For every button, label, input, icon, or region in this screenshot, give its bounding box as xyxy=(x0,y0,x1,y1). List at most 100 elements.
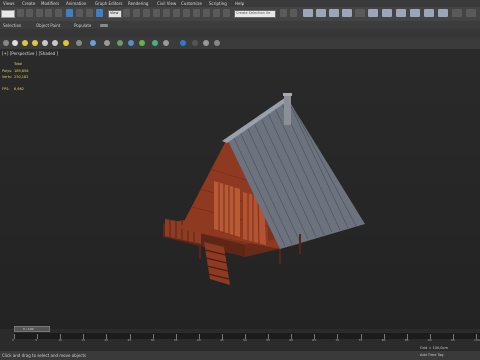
viewport-label[interactable]: [+] [Perspective ] [Shaded ] xyxy=(2,51,58,56)
options-icon[interactable] xyxy=(214,40,220,46)
timeline-tick-label: 60 xyxy=(289,338,294,342)
bones-icon[interactable] xyxy=(90,40,96,46)
workspace-icon[interactable] xyxy=(452,9,462,17)
menu-graph-editors[interactable]: Graph Editors xyxy=(95,1,122,6)
select-by-name-icon[interactable] xyxy=(76,9,83,17)
timeline-tick-label: 100 xyxy=(474,338,480,342)
render-preset-icon[interactable] xyxy=(410,9,420,17)
render-frame-icon[interactable] xyxy=(382,9,392,17)
timeline-tick-label: 55 xyxy=(266,338,270,342)
link-icon[interactable] xyxy=(36,9,43,17)
reference-coord-combo[interactable]: View xyxy=(108,10,122,18)
snap-icon[interactable] xyxy=(133,9,140,17)
percent-snap-icon[interactable] xyxy=(153,9,160,17)
sphere-icon[interactable] xyxy=(12,40,18,46)
timeline-tick-label: 10 xyxy=(58,338,63,342)
timeline-tick xyxy=(14,334,15,339)
display-icon[interactable] xyxy=(192,40,198,46)
timeline-tick-label: 35 xyxy=(173,338,178,342)
undo-combo[interactable] xyxy=(1,10,15,18)
timeline-tick-label: 0 xyxy=(12,338,14,342)
view-combo-label: View xyxy=(110,11,119,15)
timeline-tick-label: 50 xyxy=(243,338,247,342)
frozen-icon[interactable] xyxy=(152,40,158,46)
time-slider[interactable]: 0 / 100 xyxy=(14,326,50,332)
timeline-tick-label: 75 xyxy=(358,338,363,342)
spinner-snap-icon[interactable] xyxy=(163,9,170,17)
tab-object-paint[interactable]: Object Paint xyxy=(36,23,60,28)
timeline-tick-label: 20 xyxy=(104,338,109,342)
angle-snap-icon[interactable] xyxy=(143,9,150,17)
filter-icon[interactable] xyxy=(3,40,9,46)
tab-selection[interactable]: Selection xyxy=(3,23,21,28)
teapot-icon[interactable] xyxy=(368,9,378,17)
environment-icon[interactable] xyxy=(355,9,365,17)
grid-readout: Grid = 100,0cm xyxy=(420,346,448,350)
selection-set-label: Create Selection Se xyxy=(236,11,271,15)
shapes-icon[interactable] xyxy=(32,40,38,46)
move-icon[interactable] xyxy=(96,9,103,17)
layer-icon[interactable] xyxy=(203,9,210,17)
tab-populate[interactable]: Populate xyxy=(74,23,91,28)
spacewarps-icon[interactable] xyxy=(76,40,82,46)
timeline-tick-label: 95 xyxy=(450,338,455,342)
unlink-icon[interactable] xyxy=(45,9,52,17)
stats-polys-label: Polys: xyxy=(2,69,13,73)
render-icon[interactable] xyxy=(329,9,339,17)
stats-verts-label: Verts: xyxy=(2,75,13,79)
containers-icon[interactable] xyxy=(104,40,110,46)
lights-icon[interactable] xyxy=(42,40,48,46)
overflow-icon[interactable] xyxy=(466,9,476,17)
render-setup-icon[interactable] xyxy=(303,9,313,17)
status-message: Click and drag to select and move object… xyxy=(2,353,87,358)
particles-icon[interactable] xyxy=(139,40,145,46)
geometry-icon[interactable] xyxy=(22,40,28,46)
perspective-viewport[interactable] xyxy=(0,49,480,329)
rendered-frame-icon[interactable] xyxy=(316,9,326,17)
menu-create[interactable]: Create xyxy=(22,1,35,6)
menu-rendering[interactable]: Rendering xyxy=(128,1,148,6)
hidden-icon[interactable] xyxy=(163,40,169,46)
selection-region-icon[interactable] xyxy=(86,9,93,17)
menu-modifiers[interactable]: Modifiers xyxy=(41,1,59,6)
timeline-tick-label: 40 xyxy=(196,338,201,342)
material-editor-icon[interactable] xyxy=(290,9,297,17)
menu-civil-view[interactable]: Civil View xyxy=(157,1,176,6)
add-time-tag-button[interactable]: Add Time Tag xyxy=(420,353,444,357)
menu-bar: Views Create Modifiers Animation Graph E… xyxy=(0,0,480,7)
stats-verts-value: 230,182 xyxy=(14,75,29,79)
align-icon[interactable] xyxy=(193,9,200,17)
ribbon-toggle-icon[interactable] xyxy=(100,24,108,27)
mirror-icon[interactable] xyxy=(183,9,190,17)
groups-icon[interactable] xyxy=(128,40,134,46)
stats-polys-value: 189,856 xyxy=(14,69,29,73)
cameras-icon[interactable] xyxy=(52,40,58,46)
a-frame-house-model[interactable] xyxy=(0,49,480,329)
timeline-tick-label: 90 xyxy=(427,338,432,342)
a360-icon[interactable] xyxy=(424,9,434,17)
redo-icon[interactable] xyxy=(26,9,33,17)
selection-set-combo[interactable]: Create Selection Se xyxy=(234,10,276,18)
bind-icon[interactable] xyxy=(55,9,62,17)
schematic-icon[interactable] xyxy=(280,9,287,17)
select-icon[interactable] xyxy=(66,9,73,17)
undo-icon[interactable] xyxy=(17,9,24,17)
render-iterative-icon[interactable] xyxy=(396,9,406,17)
timeline-tick-label: 15 xyxy=(81,338,86,342)
layers-icon[interactable] xyxy=(180,40,186,46)
helpers-icon[interactable] xyxy=(63,40,69,46)
render-active-icon[interactable] xyxy=(342,9,352,17)
curve-editor-icon[interactable] xyxy=(223,9,230,17)
menu-animation[interactable]: Animation xyxy=(66,1,86,6)
menu-customize[interactable]: Customize xyxy=(181,1,202,6)
graphite-icon[interactable] xyxy=(213,9,220,17)
stats-fps-value: 6,662 xyxy=(14,87,25,91)
render-cloud-icon[interactable] xyxy=(438,9,448,17)
named-selection-icon[interactable] xyxy=(173,9,180,17)
menu-help[interactable]: Help xyxy=(235,1,244,6)
lock-icon[interactable] xyxy=(203,40,209,46)
xrefs-icon[interactable] xyxy=(117,40,123,46)
menu-scripting[interactable]: Scripting xyxy=(209,1,227,6)
menu-views[interactable]: Views xyxy=(3,1,15,6)
pivot-icon[interactable] xyxy=(123,9,130,17)
